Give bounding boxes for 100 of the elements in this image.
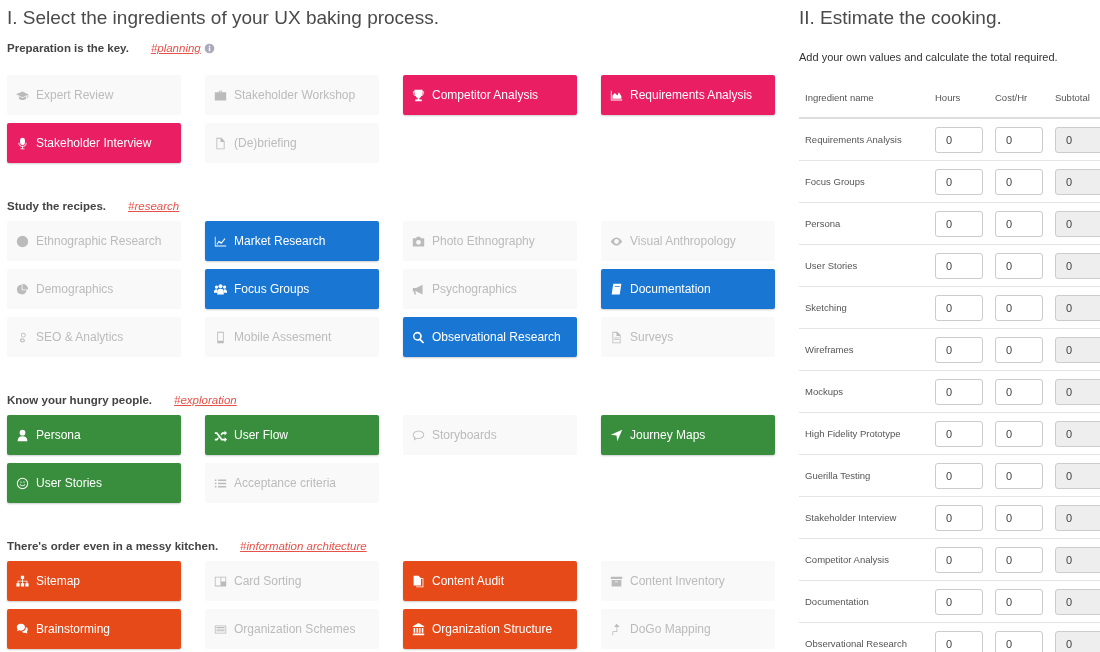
ingredient-tile[interactable]: User Stories (7, 463, 181, 503)
section-title: I. Select the ingredients of your UX baking process. (7, 7, 440, 29)
ingredient-tile[interactable]: Competitor Analysis (403, 75, 577, 115)
ingredient-tile[interactable]: Persona (7, 415, 181, 455)
ingredient-tile[interactable]: Stakeholder Interview (7, 123, 181, 163)
hours-input[interactable]: 0 (935, 126, 983, 153)
hours-input[interactable]: 0 (935, 336, 983, 363)
ingredient-tile[interactable]: Sitemap (7, 561, 181, 601)
ingredient-tile[interactable]: Observational Research (403, 317, 577, 357)
smiley-icon (16, 476, 29, 490)
hours-input[interactable]: 0 (935, 504, 983, 531)
ingredient-tile[interactable]: Documentation (601, 269, 775, 309)
hours-input[interactable]: 0 (935, 588, 983, 615)
hashtag-link[interactable]: #information architecture (240, 540, 367, 552)
trophy-icon (412, 88, 425, 102)
cost-input[interactable]: 0 (995, 420, 1043, 447)
subtotal-field[interactable]: 0 (1055, 546, 1100, 573)
cost-input[interactable]: 0 (995, 546, 1043, 573)
subtotal-field[interactable]: 0 (1055, 210, 1100, 237)
hours-input[interactable]: 0 (935, 168, 983, 195)
cost-input[interactable]: 0 (995, 294, 1043, 321)
cost-input[interactable]: 0 (995, 588, 1043, 615)
chat-bubbles-icon (16, 622, 29, 636)
cost-input[interactable]: 0 (995, 462, 1043, 489)
book-icon (610, 282, 623, 296)
subtotal-field[interactable]: 0 (1055, 462, 1100, 489)
hashtag-link[interactable]: #research (128, 200, 180, 212)
ingredient-tile[interactable]: Organization Structure (403, 609, 577, 649)
ingredient-tile[interactable]: Journey Maps (601, 415, 775, 455)
ingredient-name: Competitor Analysis (799, 538, 929, 581)
ingredient-tile[interactable]: Market Research (205, 221, 379, 261)
eye-icon (610, 234, 623, 248)
ingredient-tile[interactable]: Focus Groups (205, 269, 379, 309)
sitemap-icon (16, 574, 29, 588)
hashtag-link[interactable]: #exploration (174, 394, 237, 406)
subtotal-field[interactable]: 0 (1055, 378, 1100, 405)
subtotal-field[interactable]: 0 (1055, 504, 1100, 531)
subtotal-field[interactable]: 0 (1055, 630, 1100, 652)
hours-input[interactable]: 0 (935, 252, 983, 279)
ingredient-name: Mockups (799, 370, 929, 413)
section-heading: Study the recipes. (7, 200, 107, 212)
ingredient-tile[interactable]: Requirements Analysis (601, 75, 775, 115)
megaphone-icon (412, 282, 425, 296)
subtotal-field[interactable]: 0 (1055, 294, 1100, 321)
subtotal-field[interactable]: 0 (1055, 336, 1100, 363)
hours-input[interactable]: 0 (935, 294, 983, 321)
ingredient-tile[interactable]: Brainstorming (7, 609, 181, 649)
cost-input[interactable]: 0 (995, 336, 1043, 363)
cost-input[interactable]: 0 (995, 252, 1043, 279)
hashtag-link[interactable]: #planning (150, 42, 201, 54)
subtotal-field[interactable]: 0 (1055, 168, 1100, 195)
cost-input[interactable]: 0 (995, 126, 1043, 153)
files-icon (412, 574, 425, 588)
ingredient-name: Documentation (799, 580, 929, 623)
ingredient-name: Wireframes (799, 328, 929, 371)
ingredient-name: High Fidelity Prototype (799, 412, 929, 455)
archive-icon (610, 574, 623, 588)
subtotal-field[interactable]: 0 (1055, 126, 1100, 153)
hours-input[interactable]: 0 (935, 210, 983, 237)
subtotal-field[interactable]: 0 (1055, 588, 1100, 615)
navigation-arrow-icon (610, 428, 623, 442)
cost-input[interactable]: 0 (995, 504, 1043, 531)
user-icon (16, 428, 29, 442)
cost-input[interactable]: 0 (995, 630, 1043, 652)
pie-chart-icon (16, 282, 29, 296)
hours-input[interactable]: 0 (935, 378, 983, 405)
hours-input[interactable]: 0 (935, 546, 983, 573)
section-title: II. Estimate the cooking. (799, 7, 1003, 29)
cost-input[interactable]: 0 (995, 168, 1043, 195)
document-icon (214, 136, 227, 150)
section-heading: There's order even in a messy kitchen. (7, 540, 219, 552)
document-lines-icon (610, 330, 623, 344)
cost-input[interactable]: 0 (995, 210, 1043, 237)
hours-input[interactable]: 0 (935, 462, 983, 489)
hours-input[interactable]: 0 (935, 420, 983, 447)
microphone-icon (16, 136, 29, 150)
form-table-icon (214, 622, 227, 636)
subtotal-field[interactable]: 0 (1055, 252, 1100, 279)
column-header: Ingredient name (799, 77, 929, 118)
section-heading: Know your hungry people. (7, 394, 153, 406)
column-header: Cost/Hr (989, 77, 1049, 118)
hours-input[interactable]: 0 (935, 630, 983, 652)
area-chart-icon (610, 88, 623, 102)
column-header: Subtotal (1049, 77, 1100, 118)
mobile-phone-icon (214, 330, 227, 344)
ingredient-tile[interactable]: Content Audit (403, 561, 577, 601)
briefcase-icon (214, 88, 227, 102)
subtotal-field[interactable]: 0 (1055, 420, 1100, 447)
ingredient-name: Guerilla Testing (799, 454, 929, 497)
bank-building-icon (412, 622, 425, 636)
instructions-text: Add your own values and calculate the total required. (799, 51, 1059, 63)
ingredient-tile[interactable]: User Flow (205, 415, 379, 455)
card-icon (214, 574, 227, 588)
list-icon (214, 476, 227, 490)
ingredient-name: Observational Research (799, 622, 929, 652)
cost-input[interactable]: 0 (995, 378, 1043, 405)
ingredient-name: Requirements Analysis (799, 118, 929, 161)
line-chart-icon (214, 234, 227, 248)
ingredient-name: Persona (799, 202, 929, 245)
section-heading: Preparation is the key. (7, 42, 129, 54)
